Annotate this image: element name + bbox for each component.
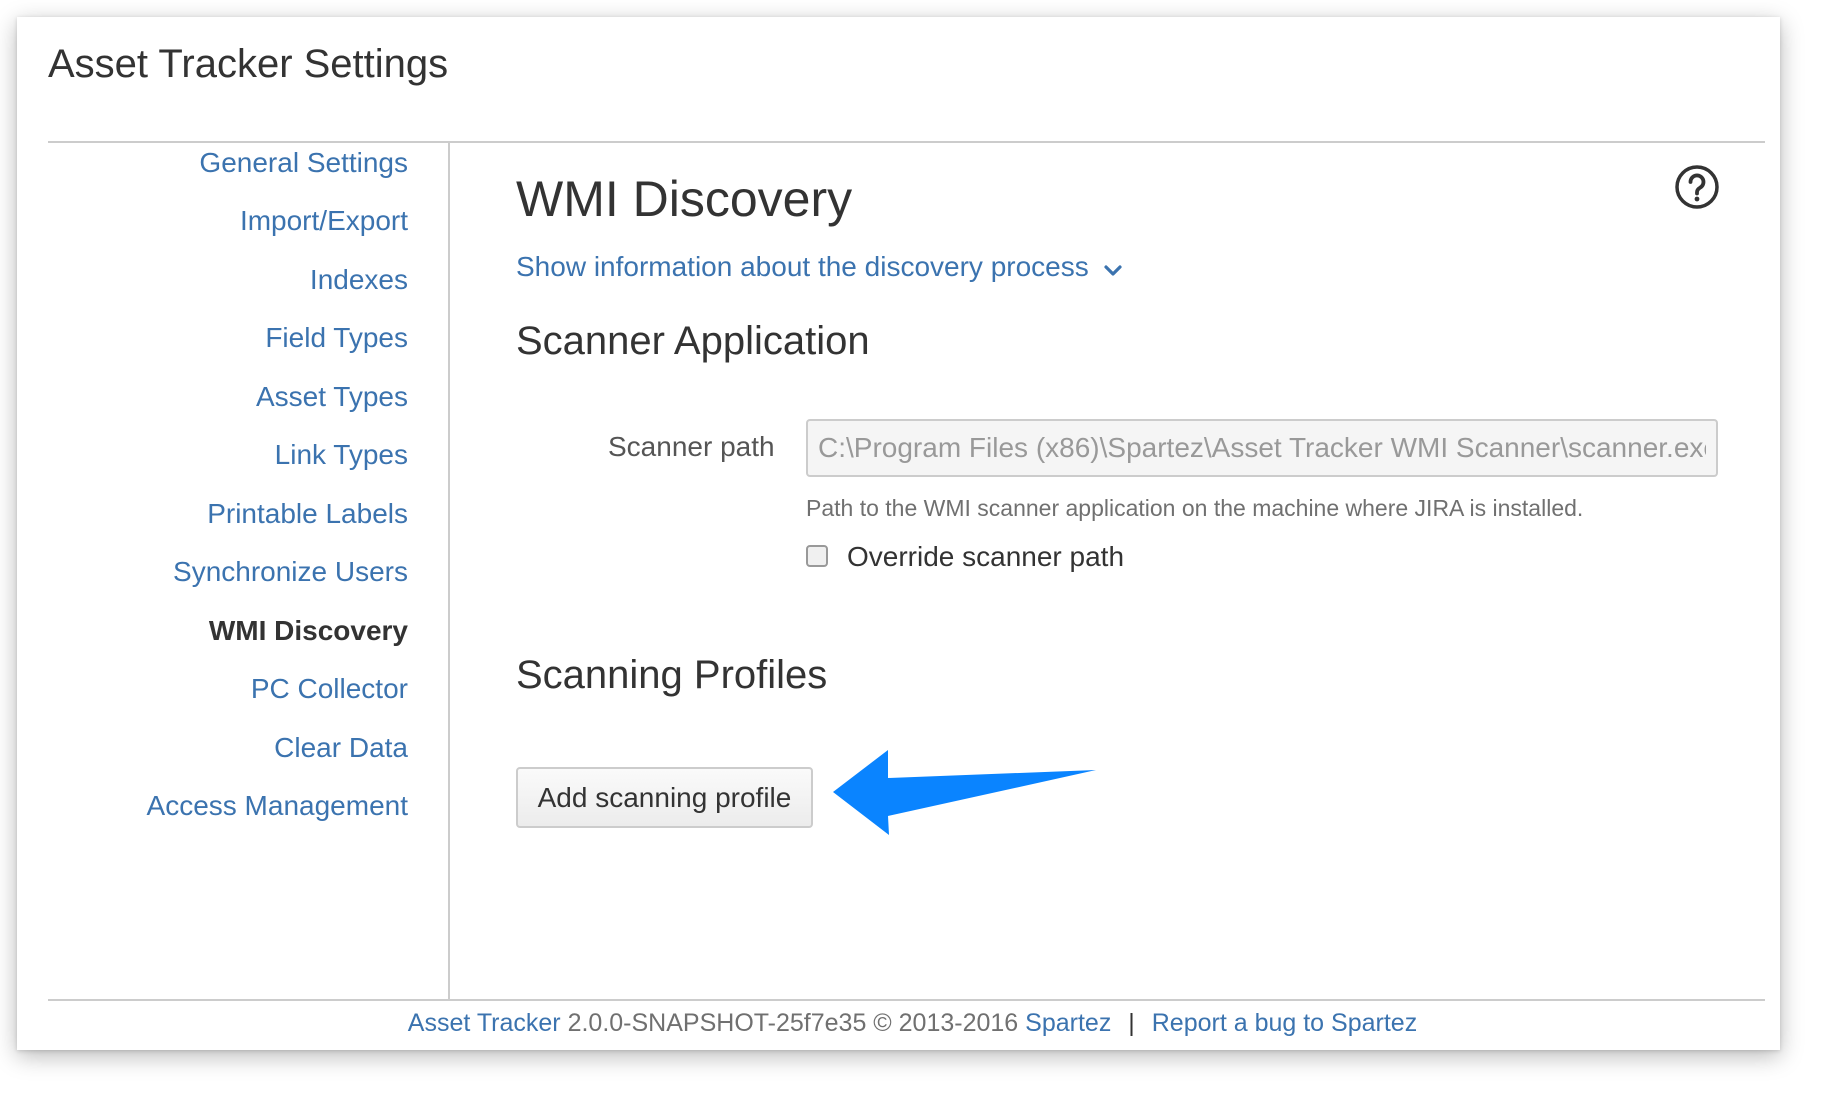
sidebar-item-field-types[interactable]: Field Types <box>265 322 408 354</box>
add-scanning-profile-button[interactable]: Add scanning profile <box>516 767 813 828</box>
sidebar-item-general-settings[interactable]: General Settings <box>199 147 408 179</box>
section-title-scanning-profiles: Scanning Profiles <box>516 653 828 697</box>
sidebar-item-clear-data[interactable]: Clear Data <box>274 732 408 764</box>
sidebar-item-pc-collector[interactable]: PC Collector <box>251 673 408 705</box>
footer-report-bug-link[interactable]: Report a bug to Spartez <box>1152 1009 1417 1037</box>
footer-product-link[interactable]: Asset Tracker <box>408 1009 561 1037</box>
footer-divider <box>48 999 1765 1001</box>
discovery-info-link-text: Show information about the discovery pro… <box>516 251 1089 282</box>
section-title-scanner-application: Scanner Application <box>516 319 870 363</box>
scanner-path-help-text: Path to the WMI scanner application on t… <box>806 495 1584 521</box>
settings-sidebar: General Settings Import/Export Indexes F… <box>48 143 450 999</box>
sidebar-item-link-types[interactable]: Link Types <box>275 439 408 471</box>
sidebar-item-synchronize-users[interactable]: Synchronize Users <box>173 556 408 588</box>
footer-separator: | <box>1128 1009 1135 1037</box>
sidebar-item-asset-types[interactable]: Asset Types <box>256 381 408 413</box>
sidebar-item-access-management[interactable]: Access Management <box>147 790 408 822</box>
sidebar-item-indexes[interactable]: Indexes <box>310 264 408 296</box>
override-scanner-path-label[interactable]: Override scanner path <box>847 541 1124 573</box>
chevron-down-icon <box>1103 253 1123 285</box>
sidebar-item-printable-labels[interactable]: Printable Labels <box>207 498 408 530</box>
scanner-path-label: Scanner path <box>608 431 775 462</box>
sidebar-item-import-export[interactable]: Import/Export <box>240 205 408 237</box>
footer-version-text: 2.0.0-SNAPSHOT-25f7e35 © 2013-2016 <box>567 1009 1019 1037</box>
help-icon[interactable] <box>1674 164 1720 215</box>
section-title-wmi-discovery: WMI Discovery <box>516 171 853 227</box>
scanner-path-input[interactable] <box>806 419 1718 477</box>
sidebar-item-wmi-discovery[interactable]: WMI Discovery <box>209 615 408 647</box>
page-title: Asset Tracker Settings <box>48 42 449 86</box>
discovery-info-toggle[interactable]: Show information about the discovery pro… <box>516 251 1123 285</box>
override-scanner-path-checkbox[interactable] <box>806 545 828 567</box>
annotation-arrow-icon <box>833 750 1096 840</box>
footer-vendor-link[interactable]: Spartez <box>1025 1009 1111 1037</box>
page-footer: Asset Tracker 2.0.0-SNAPSHOT-25f7e35 © 2… <box>0 1009 1825 1038</box>
